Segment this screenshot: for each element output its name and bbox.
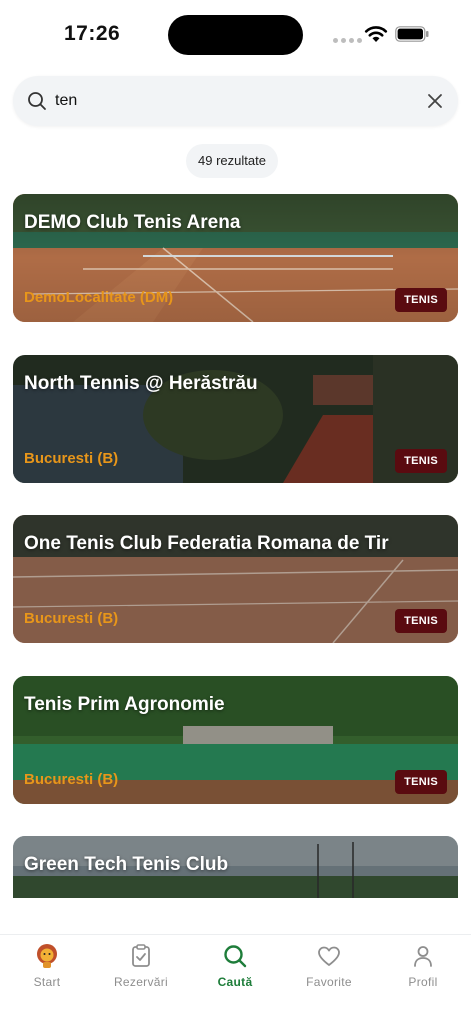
nav-label: Caută <box>217 975 253 989</box>
club-name: One Tenis Club Federatia Romana de Tir <box>24 533 389 554</box>
club-card[interactable]: Green Tech Tenis Club <box>13 836 458 898</box>
wifi-icon <box>364 26 388 42</box>
nav-profile[interactable]: Profil <box>383 943 463 989</box>
club-card[interactable]: One Tenis Club Federatia Romana de Tir B… <box>13 515 458 643</box>
nav-reservations[interactable]: Rezervări <box>101 943 181 989</box>
cellular-signal-icon <box>333 38 362 43</box>
nav-label: Profil <box>408 975 438 989</box>
club-name: Tenis Prim Agronomie <box>24 694 225 715</box>
sport-tag: TENIS <box>395 609 447 633</box>
sport-tag: TENIS <box>395 288 447 312</box>
club-card[interactable]: Tenis Prim Agronomie Bucuresti (B) TENIS <box>13 676 458 804</box>
clear-search-icon[interactable] <box>426 92 444 110</box>
results-count-badge: 49 rezultate <box>186 144 278 178</box>
nav-label: Favorite <box>306 975 352 989</box>
nav-label: Rezervări <box>113 975 169 989</box>
search-bar[interactable] <box>13 76 458 126</box>
search-input[interactable] <box>55 86 415 116</box>
club-card[interactable]: North Tennis @ Herăstrău Bucuresti (B) T… <box>13 355 458 483</box>
search-icon <box>28 92 46 110</box>
bottom-nav: Start Rezervări Caută Favorite Profil <box>0 934 471 1024</box>
user-icon <box>414 946 432 967</box>
club-location: DemoLocalitate (DM) <box>24 289 174 306</box>
nav-start[interactable]: Start <box>7 943 87 989</box>
club-location: Bucuresti (B) <box>24 610 119 627</box>
status-bar: 17:26 <box>0 0 471 70</box>
sport-tag: TENIS <box>395 770 447 794</box>
club-card[interactable]: DEMO Club Tenis Arena DemoLocalitate (DM… <box>13 194 458 322</box>
lion-mascot-icon <box>37 944 57 968</box>
club-name: DEMO Club Tenis Arena <box>24 212 241 233</box>
clipboard-check-icon <box>132 944 150 967</box>
club-location: Bucuresti (B) <box>24 450 119 467</box>
status-time: 17:26 <box>64 22 121 45</box>
sport-tag: TENIS <box>395 449 447 473</box>
battery-icon <box>395 26 429 42</box>
search-icon <box>224 945 247 968</box>
heart-icon <box>318 946 340 966</box>
club-location: Bucuresti (B) <box>24 771 119 788</box>
nav-label: Start <box>33 975 61 989</box>
dynamic-island <box>168 15 303 55</box>
club-name: Green Tech Tenis Club <box>24 854 229 875</box>
nav-search[interactable]: Caută <box>195 943 275 989</box>
club-name: North Tennis @ Herăstrău <box>24 373 258 394</box>
nav-favorites[interactable]: Favorite <box>289 943 369 989</box>
